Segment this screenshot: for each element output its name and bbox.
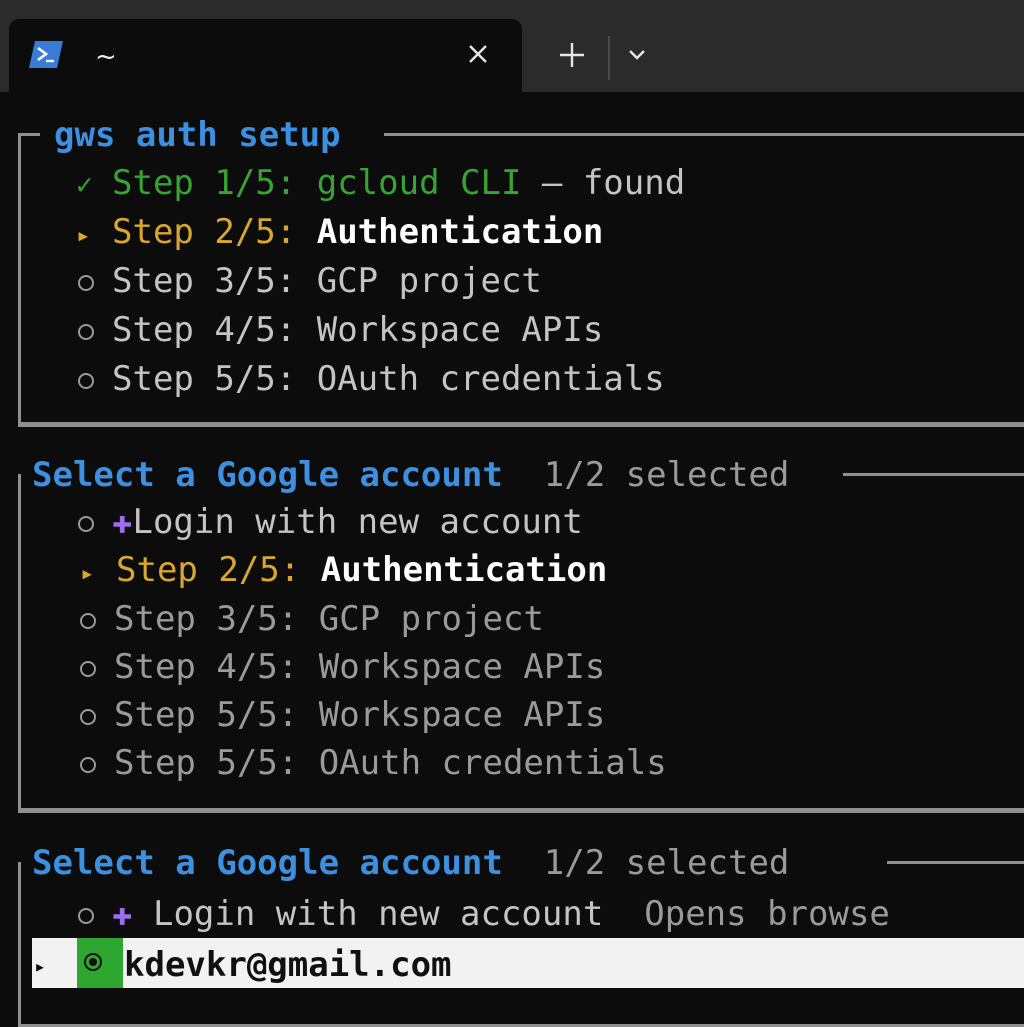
- step-label: Step 1/5:: [112, 163, 297, 203]
- step-label: Step 4/5:: [114, 647, 299, 687]
- step-label: Step 3/5:: [114, 599, 299, 639]
- pointer-icon: ▸: [80, 559, 95, 587]
- step-label: Step 5/5:: [112, 359, 297, 399]
- plus-icon[interactable]: [555, 38, 589, 72]
- step-row: Step 5/5: OAuth credentials: [78, 359, 665, 399]
- account-panel-2-top-rule: [887, 861, 1024, 864]
- powershell-icon: [29, 41, 63, 68]
- step-value: Workspace APIs: [316, 310, 604, 350]
- login-hint: Opens browse: [644, 894, 890, 934]
- chevron-down-icon[interactable]: [622, 40, 652, 70]
- step-value: Workspace APIs: [318, 695, 606, 735]
- step-label: Step 4/5:: [112, 310, 297, 350]
- circle-icon: [80, 660, 96, 677]
- account-panel-1-top-rule: [843, 473, 1024, 476]
- login-option[interactable]: ✚ Login with new account Opens browse: [78, 894, 890, 934]
- login-label: Login with new account: [152, 894, 604, 934]
- circle-icon: [78, 907, 94, 924]
- step-value: Workspace APIs: [318, 647, 606, 687]
- step-row: Step 3/5: GCP project: [80, 599, 544, 639]
- step-row: ✓ Step 1/5: gcloud CLI — found: [76, 163, 685, 205]
- step-row: Step 4/5: Workspace APIs: [78, 310, 603, 350]
- step-value: Authentication: [320, 550, 608, 590]
- step-value: GCP project: [316, 261, 542, 301]
- account-panel-1-header: Select a Google account 1/2 selected: [32, 455, 789, 495]
- step-label: Step 2/5:: [112, 212, 297, 252]
- tab-title: ~: [95, 42, 117, 72]
- step-suffix: — found: [521, 163, 686, 203]
- terminal-tab[interactable]: [9, 19, 522, 94]
- setup-panel-bottom-rule: [18, 422, 1024, 425]
- login-label: Login with new account: [132, 502, 583, 542]
- circle-icon: [80, 612, 96, 629]
- step-label: Step 3/5:: [112, 261, 297, 301]
- step-value: gcloud CLI: [316, 163, 522, 203]
- account-email[interactable]: kdevkr@gmail.com: [124, 945, 452, 985]
- step-value: OAuth credentials: [318, 743, 667, 783]
- setup-panel-title: gws auth setup: [54, 115, 341, 155]
- circle-icon: [78, 515, 94, 532]
- circle-icon: [80, 756, 96, 773]
- setup-panel-top-left-rule: [18, 133, 40, 136]
- step-value: Authentication: [316, 212, 604, 252]
- pointer-icon: ▸: [76, 221, 91, 249]
- step-row: ▸ Step 2/5: Authentication: [80, 550, 607, 593]
- step-label: Step 5/5:: [114, 695, 299, 735]
- account-panel-1-bottom-rule: [18, 808, 1024, 811]
- circle-icon: [78, 372, 94, 389]
- selection-counter: 1/2 selected: [543, 455, 790, 495]
- step-row: Step 5/5: OAuth credentials: [80, 743, 667, 783]
- plus-icon: ✚: [112, 502, 133, 542]
- step-row: Step 4/5: Workspace APIs: [80, 647, 605, 687]
- tab-divider: [608, 36, 610, 80]
- plus-icon: ✚: [112, 894, 133, 934]
- login-option[interactable]: ✚Login with new account: [78, 502, 583, 542]
- selection-counter: 1/2 selected: [543, 843, 790, 883]
- cursor-pointer: ▸: [34, 954, 47, 978]
- step-value: OAuth credentials: [316, 359, 665, 399]
- setup-panel-top-right-rule: [384, 133, 1024, 136]
- step-label: Step 2/5:: [116, 550, 301, 590]
- circle-icon: [80, 708, 96, 725]
- panel-title: Select a Google account: [32, 455, 503, 495]
- step-row: Step 3/5: GCP project: [78, 261, 542, 301]
- close-icon[interactable]: [462, 38, 494, 70]
- circle-icon: [78, 274, 94, 291]
- step-row: Step 5/5: Workspace APIs: [80, 695, 605, 735]
- circle-icon: [78, 323, 94, 340]
- account-panel-2-header: Select a Google account 1/2 selected: [32, 843, 789, 883]
- radio-selected-icon: [84, 953, 102, 971]
- check-icon: ✓: [76, 168, 93, 201]
- step-label: Step 5/5:: [114, 743, 299, 783]
- step-row: ▸ Step 2/5: Authentication: [76, 212, 603, 255]
- panel-title: Select a Google account: [32, 843, 503, 883]
- step-value: GCP project: [318, 599, 544, 639]
